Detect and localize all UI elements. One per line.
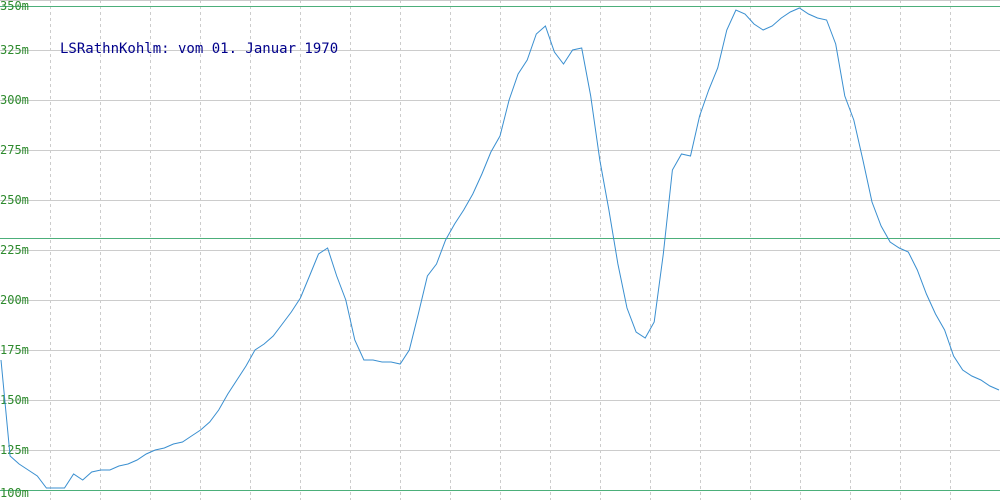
y-tick-label: 325m (0, 43, 29, 57)
y-tick-label: 225m (0, 243, 29, 257)
y-tick-label: 250m (0, 193, 29, 207)
chart-title: LSRathnKohlm: vom 01. Januar 1970 (60, 41, 338, 57)
elevation-chart: 100m125m150m175m200m225m250m275m300m325m… (0, 0, 1000, 500)
y-tick-label: 100m (0, 486, 29, 500)
y-tick-label: 200m (0, 293, 29, 307)
y-tick-label: 300m (0, 93, 29, 107)
y-tick-label: 350m (0, 0, 29, 13)
y-tick-label: 275m (0, 143, 29, 157)
y-tick-label: 175m (0, 343, 29, 357)
y-tick-label: 125m (0, 443, 29, 457)
